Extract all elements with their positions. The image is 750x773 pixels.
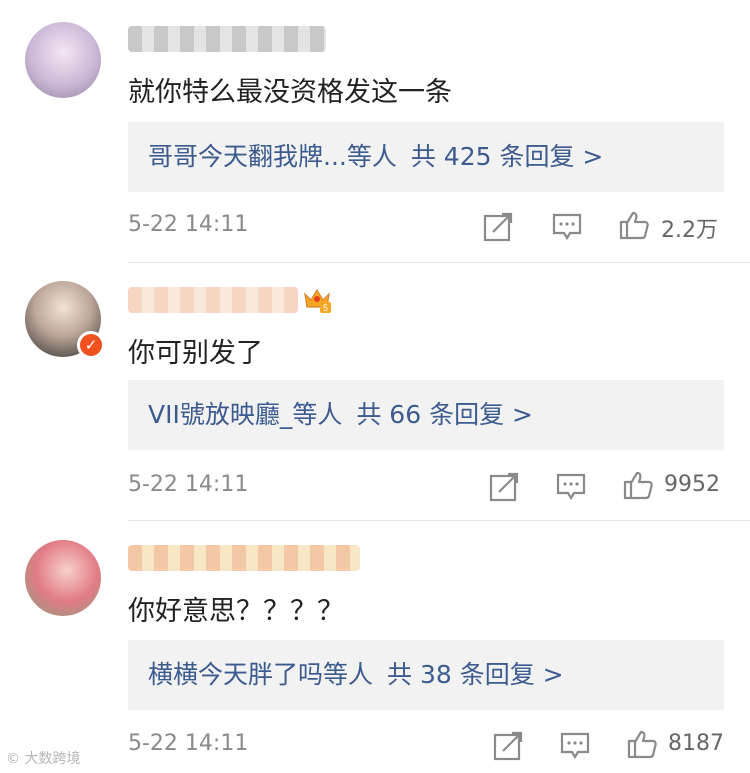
reply-summary-box[interactable]: 横横今天胖了吗等人共 38 条回复 > bbox=[128, 640, 724, 710]
avatar[interactable] bbox=[25, 22, 101, 98]
watermark-text: 大数跨境 bbox=[24, 751, 81, 767]
comment-text: 就你特么最没资格发这一条 bbox=[128, 77, 452, 108]
crown-level-icon: 5 bbox=[304, 288, 331, 313]
divider bbox=[128, 520, 750, 521]
reply-names-link[interactable]: VII號放映廳_等人 bbox=[148, 400, 342, 429]
avatar[interactable] bbox=[25, 540, 101, 616]
reply-count-link[interactable]: 共 66 条回复 > bbox=[356, 400, 533, 429]
watermark-logo-icon: © bbox=[6, 751, 20, 767]
divider bbox=[128, 262, 750, 263]
reply-names-link[interactable]: 哥哥今天翻我牌...等人 bbox=[148, 142, 397, 171]
like-icon[interactable] bbox=[626, 728, 658, 760]
like-count: 8187 bbox=[668, 731, 724, 756]
comment-icon[interactable] bbox=[551, 211, 583, 243]
share-icon[interactable] bbox=[488, 471, 520, 503]
comment-icon[interactable] bbox=[559, 730, 591, 762]
verified-badge-icon: ✓ bbox=[77, 331, 105, 359]
watermark: © 大数跨境 bbox=[6, 748, 80, 768]
reply-summary-box[interactable]: VII號放映廳_等人共 66 条回复 > bbox=[128, 380, 724, 450]
comment-text: 你可别发了 bbox=[128, 338, 263, 369]
like-icon[interactable] bbox=[622, 469, 654, 501]
share-icon[interactable] bbox=[482, 211, 514, 243]
comment-icon[interactable] bbox=[555, 471, 587, 503]
like-count: 2.2万 bbox=[661, 218, 718, 243]
reply-count-link[interactable]: 共 38 条回复 > bbox=[387, 660, 564, 689]
share-icon[interactable] bbox=[492, 730, 524, 762]
reply-count-link[interactable]: 共 425 条回复 > bbox=[411, 142, 604, 171]
username-blurred[interactable] bbox=[128, 287, 298, 313]
crown-level-number: 5 bbox=[323, 303, 328, 313]
comment-text: 你好意思？？？？ bbox=[128, 596, 344, 627]
reply-summary-box[interactable]: 哥哥今天翻我牌...等人共 425 条回复 > bbox=[128, 122, 724, 192]
comment-time: 5-22 14:11 bbox=[128, 731, 249, 756]
comment-time: 5-22 14:11 bbox=[128, 212, 249, 237]
reply-names-link[interactable]: 横横今天胖了吗等人 bbox=[148, 660, 373, 689]
like-icon[interactable] bbox=[618, 209, 650, 241]
username-blurred[interactable] bbox=[128, 26, 326, 52]
like-count: 9952 bbox=[664, 472, 720, 497]
username-blurred[interactable] bbox=[128, 545, 360, 571]
comment-time: 5-22 14:11 bbox=[128, 472, 249, 497]
